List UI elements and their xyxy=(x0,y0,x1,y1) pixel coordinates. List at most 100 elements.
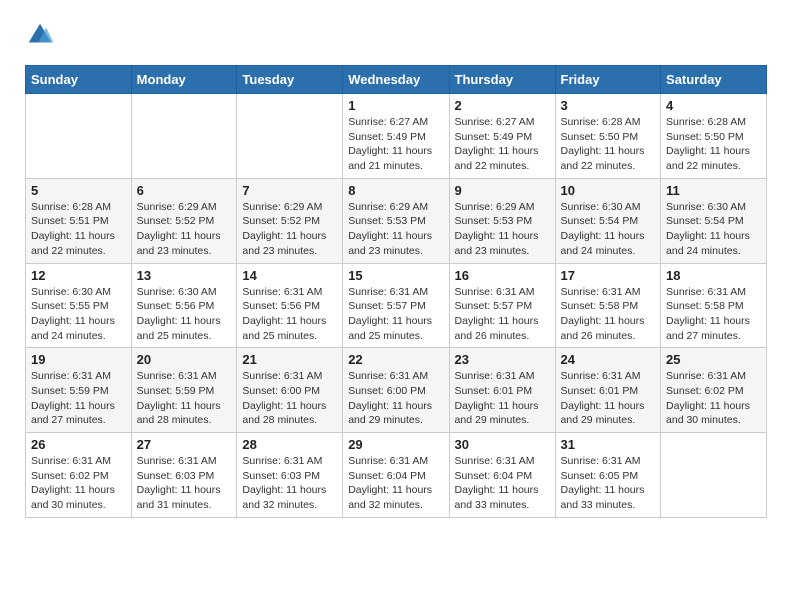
calendar-cell: 24 Sunrise: 6:31 AM Sunset: 6:01 PM Dayli… xyxy=(555,348,661,433)
header xyxy=(25,20,767,50)
day-info: Sunrise: 6:30 AM Sunset: 5:55 PM Dayligh… xyxy=(31,285,126,344)
calendar-cell: 15 Sunrise: 6:31 AM Sunset: 5:57 PM Dayli… xyxy=(343,263,449,348)
day-number: 6 xyxy=(137,183,232,198)
day-info: Sunrise: 6:27 AM Sunset: 5:49 PM Dayligh… xyxy=(348,115,443,174)
calendar-week-4: 19 Sunrise: 6:31 AM Sunset: 5:59 PM Dayli… xyxy=(26,348,767,433)
day-info: Sunrise: 6:31 AM Sunset: 5:58 PM Dayligh… xyxy=(561,285,656,344)
day-info: Sunrise: 6:28 AM Sunset: 5:51 PM Dayligh… xyxy=(31,200,126,259)
day-number: 9 xyxy=(455,183,550,198)
day-info: Sunrise: 6:28 AM Sunset: 5:50 PM Dayligh… xyxy=(666,115,761,174)
logo-icon xyxy=(25,20,55,50)
calendar-cell: 2 Sunrise: 6:27 AM Sunset: 5:49 PM Daylig… xyxy=(449,94,555,179)
day-number: 30 xyxy=(455,437,550,452)
day-number: 27 xyxy=(137,437,232,452)
day-info: Sunrise: 6:31 AM Sunset: 5:58 PM Dayligh… xyxy=(666,285,761,344)
day-number: 31 xyxy=(561,437,656,452)
day-number: 14 xyxy=(242,268,337,283)
calendar-cell: 6 Sunrise: 6:29 AM Sunset: 5:52 PM Daylig… xyxy=(131,178,237,263)
day-info: Sunrise: 6:27 AM Sunset: 5:49 PM Dayligh… xyxy=(455,115,550,174)
calendar-cell: 25 Sunrise: 6:31 AM Sunset: 6:02 PM Dayli… xyxy=(661,348,767,433)
day-info: Sunrise: 6:30 AM Sunset: 5:54 PM Dayligh… xyxy=(561,200,656,259)
calendar-cell: 31 Sunrise: 6:31 AM Sunset: 6:05 PM Dayli… xyxy=(555,433,661,518)
day-info: Sunrise: 6:31 AM Sunset: 6:03 PM Dayligh… xyxy=(137,454,232,513)
day-number: 23 xyxy=(455,352,550,367)
day-info: Sunrise: 6:31 AM Sunset: 6:05 PM Dayligh… xyxy=(561,454,656,513)
day-number: 2 xyxy=(455,98,550,113)
calendar-cell: 8 Sunrise: 6:29 AM Sunset: 5:53 PM Daylig… xyxy=(343,178,449,263)
calendar-cell: 3 Sunrise: 6:28 AM Sunset: 5:50 PM Daylig… xyxy=(555,94,661,179)
calendar-header-row: SundayMondayTuesdayWednesdayThursdayFrid… xyxy=(26,66,767,94)
calendar-cell: 18 Sunrise: 6:31 AM Sunset: 5:58 PM Dayli… xyxy=(661,263,767,348)
day-number: 24 xyxy=(561,352,656,367)
day-info: Sunrise: 6:30 AM Sunset: 5:54 PM Dayligh… xyxy=(666,200,761,259)
calendar-cell xyxy=(26,94,132,179)
day-number: 15 xyxy=(348,268,443,283)
calendar-cell: 20Sunrise: 6:31 AM Sunset: 5:59 PM Dayli… xyxy=(131,348,237,433)
day-number: 28 xyxy=(242,437,337,452)
day-info: Sunrise: 6:31 AM Sunset: 5:57 PM Dayligh… xyxy=(455,285,550,344)
day-number: 1 xyxy=(348,98,443,113)
day-header-tuesday: Tuesday xyxy=(237,66,343,94)
day-info: Sunrise: 6:31 AM Sunset: 6:04 PM Dayligh… xyxy=(348,454,443,513)
calendar-cell: 27 Sunrise: 6:31 AM Sunset: 6:03 PM Dayli… xyxy=(131,433,237,518)
calendar-cell: 16 Sunrise: 6:31 AM Sunset: 5:57 PM Dayli… xyxy=(449,263,555,348)
day-info: Sunrise: 6:31 AM Sunset: 6:02 PM Dayligh… xyxy=(31,454,126,513)
day-info: Sunrise: 6:29 AM Sunset: 5:52 PM Dayligh… xyxy=(242,200,337,259)
page: SundayMondayTuesdayWednesdayThursdayFrid… xyxy=(0,0,792,538)
day-number: 3 xyxy=(561,98,656,113)
day-info: Sunrise: 6:31 AM Sunset: 6:03 PM Dayligh… xyxy=(242,454,337,513)
calendar-cell: 21Sunrise: 6:31 AM Sunset: 6:00 PM Dayli… xyxy=(237,348,343,433)
calendar-cell: 11 Sunrise: 6:30 AM Sunset: 5:54 PM Dayli… xyxy=(661,178,767,263)
day-info: Sunrise: 6:31 AM Sunset: 6:00 PM Dayligh… xyxy=(348,369,443,428)
day-number: 19 xyxy=(31,352,126,367)
calendar-cell: 19 Sunrise: 6:31 AM Sunset: 5:59 PM Dayli… xyxy=(26,348,132,433)
day-number: 4 xyxy=(666,98,761,113)
calendar-week-5: 26 Sunrise: 6:31 AM Sunset: 6:02 PM Dayli… xyxy=(26,433,767,518)
day-info: Sunrise: 6:31 AM Sunset: 5:57 PM Dayligh… xyxy=(348,285,443,344)
day-info: Sunrise: 6:31 AM Sunset: 6:01 PM Dayligh… xyxy=(455,369,550,428)
day-number: 18 xyxy=(666,268,761,283)
day-info: Sunrise: 6:30 AM Sunset: 5:56 PM Dayligh… xyxy=(137,285,232,344)
day-info: Sunrise: 6:31 AM Sunset: 5:59 PM Dayligh… xyxy=(137,369,232,428)
calendar-cell: 10Sunrise: 6:30 AM Sunset: 5:54 PM Dayli… xyxy=(555,178,661,263)
calendar-cell: 13Sunrise: 6:30 AM Sunset: 5:56 PM Dayli… xyxy=(131,263,237,348)
day-number: 8 xyxy=(348,183,443,198)
day-number: 29 xyxy=(348,437,443,452)
calendar-table: SundayMondayTuesdayWednesdayThursdayFrid… xyxy=(25,65,767,518)
day-number: 25 xyxy=(666,352,761,367)
day-info: Sunrise: 6:31 AM Sunset: 6:04 PM Dayligh… xyxy=(455,454,550,513)
day-number: 12 xyxy=(31,268,126,283)
day-header-monday: Monday xyxy=(131,66,237,94)
day-info: Sunrise: 6:29 AM Sunset: 5:53 PM Dayligh… xyxy=(455,200,550,259)
day-info: Sunrise: 6:29 AM Sunset: 5:53 PM Dayligh… xyxy=(348,200,443,259)
day-info: Sunrise: 6:31 AM Sunset: 6:01 PM Dayligh… xyxy=(561,369,656,428)
logo xyxy=(25,20,60,50)
day-info: Sunrise: 6:28 AM Sunset: 5:50 PM Dayligh… xyxy=(561,115,656,174)
calendar-cell: 29 Sunrise: 6:31 AM Sunset: 6:04 PM Dayli… xyxy=(343,433,449,518)
calendar-cell: 23 Sunrise: 6:31 AM Sunset: 6:01 PM Dayli… xyxy=(449,348,555,433)
calendar-week-2: 5 Sunrise: 6:28 AM Sunset: 5:51 PM Daylig… xyxy=(26,178,767,263)
day-header-sunday: Sunday xyxy=(26,66,132,94)
calendar-cell: 14 Sunrise: 6:31 AM Sunset: 5:56 PM Dayli… xyxy=(237,263,343,348)
day-info: Sunrise: 6:31 AM Sunset: 5:59 PM Dayligh… xyxy=(31,369,126,428)
calendar-cell xyxy=(237,94,343,179)
day-info: Sunrise: 6:31 AM Sunset: 6:02 PM Dayligh… xyxy=(666,369,761,428)
day-info: Sunrise: 6:31 AM Sunset: 5:56 PM Dayligh… xyxy=(242,285,337,344)
calendar-cell: 7Sunrise: 6:29 AM Sunset: 5:52 PM Daylig… xyxy=(237,178,343,263)
calendar-cell: 1 Sunrise: 6:27 AM Sunset: 5:49 PM Daylig… xyxy=(343,94,449,179)
calendar-cell: 4 Sunrise: 6:28 AM Sunset: 5:50 PM Daylig… xyxy=(661,94,767,179)
day-header-friday: Friday xyxy=(555,66,661,94)
day-number: 16 xyxy=(455,268,550,283)
day-info: Sunrise: 6:31 AM Sunset: 6:00 PM Dayligh… xyxy=(242,369,337,428)
day-number: 17 xyxy=(561,268,656,283)
day-header-saturday: Saturday xyxy=(661,66,767,94)
calendar-cell: 5 Sunrise: 6:28 AM Sunset: 5:51 PM Daylig… xyxy=(26,178,132,263)
calendar-week-1: 1 Sunrise: 6:27 AM Sunset: 5:49 PM Daylig… xyxy=(26,94,767,179)
day-number: 5 xyxy=(31,183,126,198)
calendar-week-3: 12 Sunrise: 6:30 AM Sunset: 5:55 PM Dayli… xyxy=(26,263,767,348)
calendar-cell xyxy=(131,94,237,179)
day-number: 26 xyxy=(31,437,126,452)
day-info: Sunrise: 6:29 AM Sunset: 5:52 PM Dayligh… xyxy=(137,200,232,259)
day-number: 11 xyxy=(666,183,761,198)
calendar-cell: 28 Sunrise: 6:31 AM Sunset: 6:03 PM Dayli… xyxy=(237,433,343,518)
